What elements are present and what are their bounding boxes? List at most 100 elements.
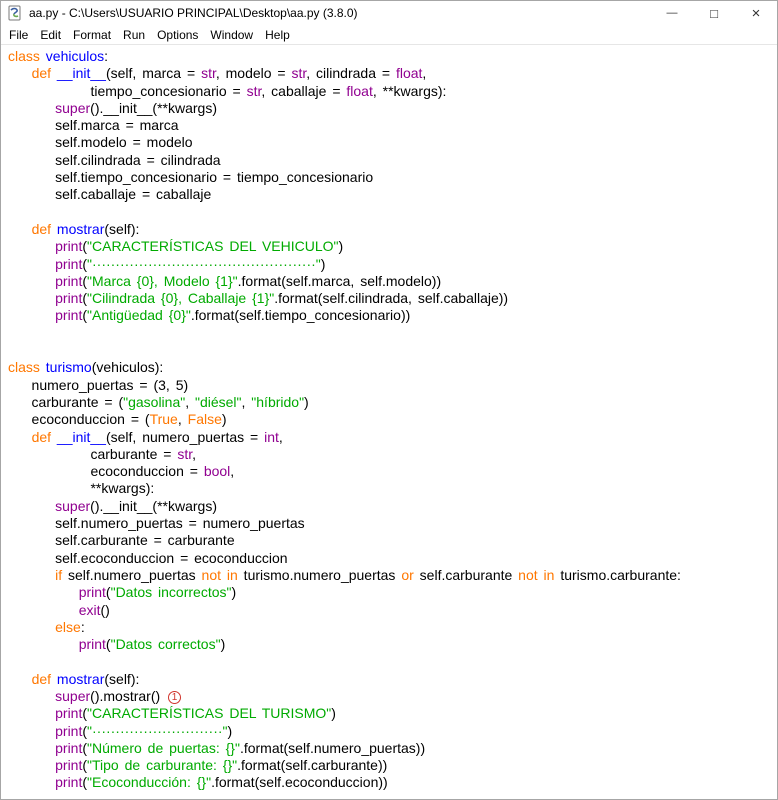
code-token: "Datos correctos" [110,636,221,653]
code-line[interactable]: print("Cilindrada {0}, Caballaje {1}".fo… [8,290,777,307]
code-line[interactable]: numero_puertas = (3, 5) [8,377,777,394]
code-line[interactable]: print("Número de puertas: {}".format(sel… [8,740,777,757]
code-line[interactable]: self.carburante = carburante [8,532,777,549]
menu-options[interactable]: Options [151,28,204,42]
code-token: ecoconduccion = [8,463,204,480]
code-token: "····························" [87,722,228,739]
code-line[interactable]: print("Antigüedad {0}".format(self.tiemp… [8,307,777,324]
code-token: "híbrido" [251,393,305,410]
code-line[interactable]: ecoconduccion = (True, False) [8,411,777,428]
code-line[interactable]: **kwargs): [8,480,777,497]
code-line[interactable]: carburante = ("gasolina", "diésel", "híb… [8,394,777,411]
menu-file[interactable]: File [3,28,34,42]
code-line[interactable] [8,204,777,221]
code-line[interactable]: super().__init__(**kwargs) [8,498,777,515]
code-token: ().mostrar() [90,687,167,704]
code-token: (vehiculos): [91,359,164,376]
code-line[interactable]: super().__init__(**kwargs) [8,100,777,117]
code-line[interactable]: def __init__(self, marca = str, modelo =… [8,65,777,82]
minimize-button[interactable]: — [651,1,693,25]
code-token: carburante = [8,445,178,462]
code-token: self.ecoconduccion = ecoconduccion [8,549,288,566]
window-title: aa.py - C:\Users\USUARIO PRINCIPAL\Deskt… [29,6,358,20]
code-token: print [78,584,106,601]
maximize-button[interactable]: □ [693,1,735,25]
code-token: , [230,463,235,480]
code-token: turismo.carburante: [554,566,681,583]
code-token: .format(self.marca, self.modelo)) [237,272,442,289]
code-token: self.modelo = modelo [8,134,193,151]
code-token: self.carburante = carburante [8,532,235,549]
code-line[interactable]: tiempo_concesionario = str, caballaje = … [8,83,777,100]
code-line[interactable]: print("Datos incorrectos") [8,584,777,601]
code-line[interactable]: super().mostrar() 1 [8,688,777,705]
code-line[interactable]: def mostrar(self): [8,221,777,238]
code-line[interactable]: carburante = str, [8,446,777,463]
code-line[interactable]: self.numero_puertas = numero_puertas [8,515,777,532]
code-line[interactable]: def __init__(self, numero_puertas = int, [8,429,777,446]
code-token: , [278,428,283,445]
code-token: turismo [45,359,92,376]
code-token: (self): [104,220,140,237]
code-line[interactable]: print("Ecoconducción: {}".format(self.ec… [8,774,777,791]
code-line[interactable]: else: [8,619,777,636]
code-token: def [31,65,52,82]
code-line[interactable]: def mostrar(self): [8,671,777,688]
code-token: , [422,65,427,82]
code-line[interactable]: ecoconduccion = bool, [8,463,777,480]
code-line[interactable]: if self.numero_puertas not in turismo.nu… [8,567,777,584]
code-line[interactable]: print("CARACTERÍSTICAS DEL VEHICULO") [8,238,777,255]
code-line[interactable]: class vehiculos: [8,48,777,65]
code-line[interactable] [8,325,777,342]
code-line[interactable] [8,342,777,359]
code-token: ().__init__(**kwargs) [90,497,217,514]
code-line[interactable]: print("·································… [8,256,777,273]
code-token: () [100,601,110,618]
code-line[interactable]: print("CARACTERÍSTICAS DEL TURISMO") [8,705,777,722]
code-token: print [55,774,83,791]
title-bar[interactable]: aa.py - C:\Users\USUARIO PRINCIPAL\Deskt… [1,1,777,25]
code-line[interactable]: print("····························") [8,723,777,740]
code-line[interactable]: self.marca = marca [8,117,777,134]
menu-window[interactable]: Window [204,28,259,42]
code-token: , **kwargs): [372,82,447,99]
code-token: : [80,618,85,635]
code-line[interactable]: print("Datos correctos") [8,636,777,653]
close-button[interactable]: × [735,1,777,25]
code-token: self.numero_puertas = numero_puertas [8,515,305,532]
code-token: print [55,757,83,774]
code-line[interactable]: exit() [8,602,777,619]
code-token: ) [304,393,309,410]
code-line[interactable]: print("Marca {0}, Modelo {1}".format(sel… [8,273,777,290]
code-line[interactable]: self.caballaje = caballaje [8,186,777,203]
code-line[interactable]: self.cilindrada = cilindrada [8,152,777,169]
code-token: ) [331,705,336,722]
code-token: True [149,411,178,428]
code-editor[interactable]: class vehiculos: def __init__(self, marc… [1,45,777,799]
code-line[interactable]: class turismo(vehiculos): [8,359,777,376]
code-token: , [185,393,195,410]
code-line[interactable]: self.tiempo_concesionario = tiempo_conce… [8,169,777,186]
menu-run[interactable]: Run [117,28,151,42]
menu-format[interactable]: Format [67,28,117,42]
code-line[interactable]: print("Tipo de carburante: {}".format(se… [8,757,777,774]
code-token: ().__init__(**kwargs) [90,99,217,116]
code-token: , [177,411,188,428]
menu-help[interactable]: Help [259,28,296,42]
code-line[interactable] [8,653,777,670]
code-token: .format(self.cilindrada, self.caballaje)… [274,290,509,307]
menu-edit[interactable]: Edit [34,28,67,42]
code-line[interactable]: self.modelo = modelo [8,134,777,151]
code-line[interactable]: self.ecoconduccion = ecoconduccion [8,550,777,567]
code-token: .format(self.ecoconduccion)) [211,774,388,791]
code-token: not [518,566,538,583]
code-token: super [55,99,91,116]
